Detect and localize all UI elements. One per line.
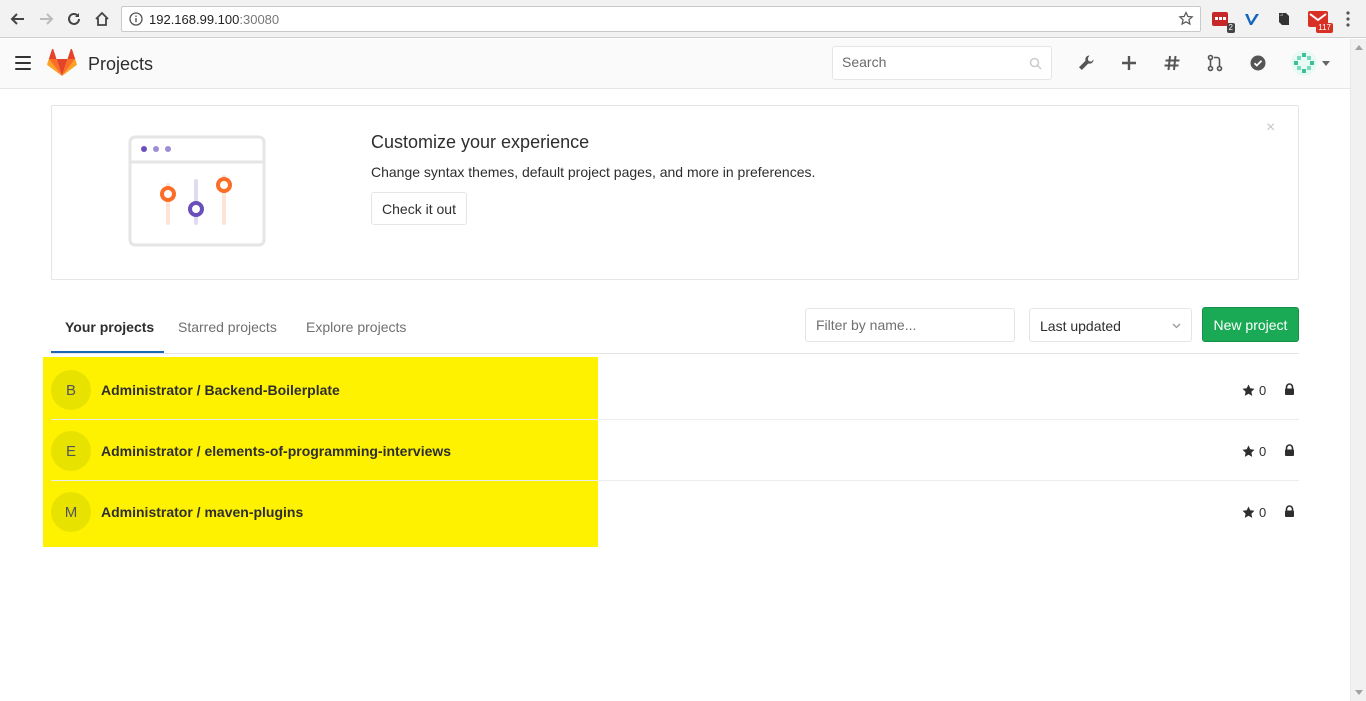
chrome-menu-icon[interactable]	[1338, 9, 1358, 29]
calendar-extension-icon[interactable]: 2	[1210, 9, 1235, 33]
search-input[interactable]	[842, 47, 1022, 77]
project-row[interactable]: B Administrator / Backend-Boilerplate 0	[51, 359, 1299, 420]
tabs-divider	[51, 353, 1299, 354]
info-icon[interactable]	[129, 12, 143, 26]
forward-arrow-icon[interactable]	[35, 8, 57, 30]
tab-your-projects[interactable]: Your projects	[51, 307, 164, 353]
user-avatar[interactable]	[1290, 49, 1318, 77]
project-row[interactable]: E Administrator / elements-of-programmin…	[51, 420, 1299, 481]
gitlab-logo[interactable]	[47, 49, 77, 77]
star-icon	[1242, 384, 1255, 396]
project-name-link[interactable]: Administrator / maven-plugins	[101, 504, 303, 520]
project-avatar[interactable]: B	[51, 370, 91, 410]
preferences-illustration	[128, 135, 266, 247]
extension-badge: 2	[1226, 23, 1235, 33]
project-star-count: 0	[1242, 505, 1266, 520]
url-host: 192.168.99.100	[149, 12, 240, 27]
page-title: Projects	[88, 54, 154, 74]
chevron-down-icon	[1322, 61, 1330, 66]
star-icon	[1242, 445, 1255, 457]
user-menu[interactable]	[1290, 49, 1335, 77]
url-text: 192.168.99.100:30080	[149, 12, 279, 27]
project-star-count: 0	[1242, 383, 1266, 398]
reload-icon[interactable]	[63, 8, 85, 30]
star-count: 0	[1259, 383, 1267, 398]
sort-dropdown[interactable]: Last updated	[1029, 308, 1192, 342]
callout-description: Change syntax themes, default project pa…	[371, 164, 816, 180]
star-count: 0	[1259, 444, 1267, 459]
address-bar[interactable]: 192.168.99.100:30080	[121, 6, 1201, 32]
project-name-link[interactable]: Administrator / Backend-Boilerplate	[101, 382, 340, 398]
issues-hash-icon[interactable]	[1162, 53, 1182, 73]
callout-title: Customize your experience	[371, 132, 590, 152]
browser-toolbar: 192.168.99.100:30080 2 117	[0, 0, 1366, 38]
home-icon[interactable]	[91, 8, 113, 30]
search-box[interactable]	[832, 46, 1052, 80]
customize-callout: Customize your experience Change syntax …	[51, 105, 1299, 280]
tab-explore-projects[interactable]: Explore projects	[292, 307, 420, 353]
vimeo-extension-icon[interactable]	[1242, 9, 1262, 29]
chevron-down-icon	[1172, 323, 1181, 329]
lock-icon	[1285, 444, 1294, 456]
lock-icon	[1285, 505, 1294, 517]
star-icon	[1242, 506, 1255, 518]
new-plus-icon[interactable]	[1119, 53, 1139, 73]
project-name-link[interactable]: Administrator / elements-of-programming-…	[101, 443, 451, 459]
hamburger-menu-icon[interactable]	[15, 56, 31, 70]
admin-wrench-icon[interactable]	[1076, 53, 1096, 73]
project-row[interactable]: M Administrator / maven-plugins 0	[51, 481, 1299, 542]
check-it-out-button[interactable]: Check it out	[371, 192, 467, 225]
gmail-extension-icon[interactable]: 117	[1308, 9, 1333, 33]
search-icon	[1029, 57, 1042, 70]
todo-check-icon[interactable]	[1248, 53, 1268, 73]
merge-request-icon[interactable]	[1205, 53, 1225, 73]
extension-badge: 117	[1316, 23, 1333, 33]
url-port: :30080	[239, 12, 280, 27]
evernote-extension-icon[interactable]	[1274, 9, 1294, 29]
project-star-count: 0	[1242, 444, 1266, 459]
star-count: 0	[1259, 505, 1267, 520]
back-arrow-icon[interactable]	[7, 8, 29, 30]
new-project-button[interactable]: New project	[1202, 307, 1299, 342]
page-scrollbar[interactable]	[1350, 39, 1366, 701]
gitlab-header: Projects	[0, 39, 1350, 89]
filter-by-name-input[interactable]	[805, 308, 1015, 342]
close-icon[interactable]: ×	[1266, 120, 1275, 136]
project-avatar[interactable]: M	[51, 492, 91, 532]
lock-icon	[1285, 383, 1294, 395]
bookmark-star-icon[interactable]	[1178, 11, 1194, 27]
sort-selected-value: Last updated	[1040, 318, 1121, 334]
tab-starred-projects[interactable]: Starred projects	[164, 307, 291, 353]
project-avatar[interactable]: E	[51, 431, 91, 471]
